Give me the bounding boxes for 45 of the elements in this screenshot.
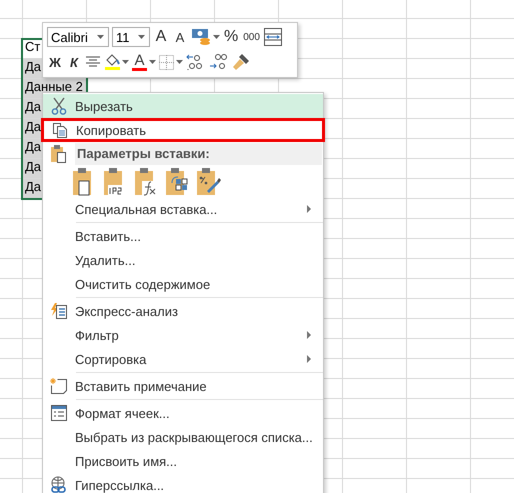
dialog-icon [51, 405, 67, 421]
menu-item[interactable]: Удалить... [43, 248, 323, 272]
menu-item[interactable]: Сортировка [43, 347, 323, 371]
caret-icon [176, 60, 183, 64]
scissors-icon [50, 97, 68, 115]
align-center-icon[interactable] [85, 56, 101, 68]
caret-icon [97, 35, 104, 39]
font-color-button[interactable]: A [134, 53, 144, 68]
hyperlink-icon [50, 476, 68, 493]
caret-icon [149, 60, 156, 64]
copy-icon [52, 122, 68, 138]
caret-icon [213, 35, 220, 39]
menu-item[interactable]: Вставить примечание [43, 374, 323, 398]
menu-item[interactable]: Специальная вставка... [43, 197, 323, 221]
font-color-bar [132, 68, 147, 71]
caret-icon [138, 35, 145, 39]
menu-section-header: Параметры вставки: [75, 143, 322, 165]
note-icon [50, 377, 68, 395]
decrease-decimal-icon[interactable] [209, 53, 229, 71]
format-painter-icon[interactable] [232, 53, 250, 71]
menu-item[interactable]: Выбрать из раскрывающегося списка... [43, 425, 323, 449]
menu-item[interactable]: Фильтр [43, 323, 323, 347]
menu-item[interactable]: Присвоить имя... [43, 449, 323, 473]
font-size-field[interactable]: 11 [112, 27, 150, 47]
shrink-font-button[interactable]: A [172, 27, 188, 47]
caret-icon [122, 60, 129, 64]
clipboard-icon [50, 144, 68, 164]
currency-format-icon[interactable] [191, 28, 211, 46]
menu-item[interactable]: Копировать [41, 118, 325, 142]
fill-bucket-icon [104, 54, 120, 67]
menu-item[interactable]: Гиперссылка... [43, 473, 323, 493]
percent-button[interactable]: % [223, 27, 240, 47]
menu-item[interactable]: Вырезать [43, 94, 323, 118]
menu-item[interactable]: Очистить содержимое [43, 272, 323, 296]
quick-analysis-icon [50, 302, 68, 320]
grow-font-button[interactable]: A [153, 27, 169, 47]
menu-item[interactable]: Вставить... [43, 224, 323, 248]
menu-item[interactable]: Формат ячеек... [43, 401, 323, 425]
font-field[interactable]: Calibri [47, 27, 109, 47]
merge-cells-icon[interactable] [264, 28, 282, 46]
paste-formatting-icon[interactable] [195, 167, 223, 196]
thousands-button[interactable]: 000 [242, 27, 261, 47]
borders-icon[interactable] [159, 54, 174, 70]
fill-color-bar [104, 67, 120, 70]
menu-item[interactable]: Экспресс-анализ [43, 299, 323, 323]
